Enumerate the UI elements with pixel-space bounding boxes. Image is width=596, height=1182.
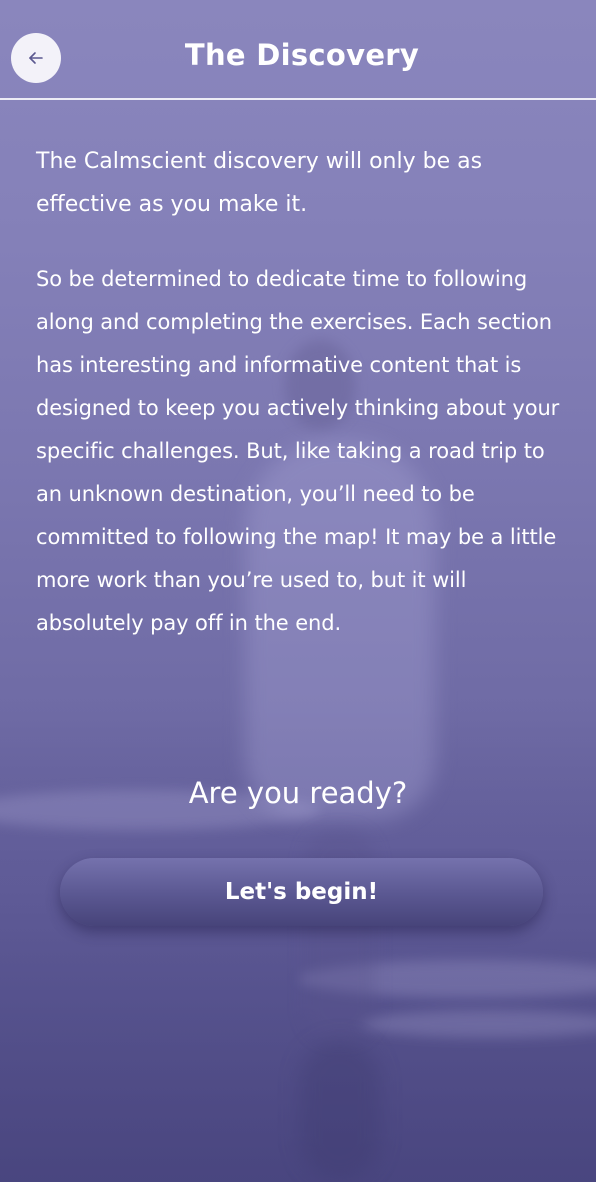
- background-wave: [360, 1010, 596, 1038]
- page-title: The Discovery: [184, 38, 420, 72]
- background-wave: [300, 960, 596, 998]
- background-water: [0, 700, 596, 1182]
- body-text: So be determined to dedicate time to fol…: [36, 267, 560, 635]
- begin-button[interactable]: Let's begin!: [60, 858, 543, 926]
- content-section: The Calmscient discovery will only be as…: [36, 140, 566, 645]
- background-reflection: [300, 1040, 380, 1180]
- header-bar: The Discovery: [0, 0, 596, 100]
- ready-question: Are you ready?: [188, 776, 408, 810]
- intro-text: The Calmscient discovery will only be as…: [36, 149, 483, 217]
